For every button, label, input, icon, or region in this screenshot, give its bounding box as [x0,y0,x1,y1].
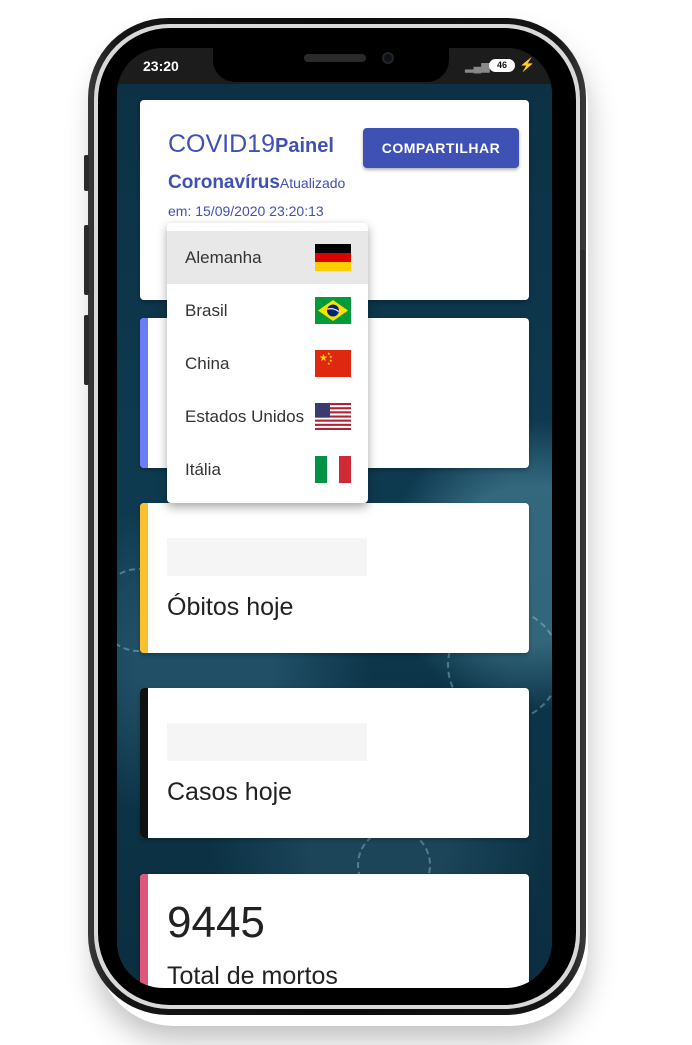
italy-flag-icon [315,456,351,483]
card-accent [140,318,148,468]
card-accent [140,688,148,838]
china-flag-icon: ★ ★ ★ ★ ★ [315,350,351,377]
country-option-label: Itália [185,459,221,479]
country-option-usa[interactable]: Estados Unidos [167,390,368,443]
subtitle-updated: Atualizado [279,175,346,191]
app-title-main: COVID19 [168,130,275,158]
germany-flag-icon [315,244,351,271]
app-title-suffix: Painel [274,135,334,157]
svg-text:★: ★ [327,361,331,366]
cases-today-card: Casos hoje [140,688,529,838]
charging-icon: ⚡ [519,57,536,72]
deaths-today-card: Óbitos hoje [140,503,529,653]
battery-icon: 46 [489,59,515,72]
brazil-flag-icon [315,297,351,324]
country-option-germany[interactable]: Alemanha [167,231,368,284]
country-option-label: Brasil [185,300,228,320]
app-title: COVID19Painel [168,130,334,159]
app-subtitle: CoronavírusAtualizado [168,172,345,194]
volume-down-button [84,315,89,385]
total-deaths-label: Total de mortos [167,962,338,988]
deaths-today-label: Óbitos hoje [167,593,294,621]
card-accent [140,874,148,988]
share-button[interactable]: COMPARTILHAR [363,128,519,168]
country-option-brazil[interactable]: Brasil [167,284,368,337]
country-dropdown-menu: Alemanha Brasil China ★ ★ ★ ★ ★ Estados … [167,223,368,503]
country-option-label: China [185,353,230,373]
value-placeholder [167,723,367,761]
value-placeholder [167,538,367,576]
power-button [580,250,585,360]
country-option-label: Alemanha [185,247,262,267]
front-camera [382,52,394,64]
volume-up-button [84,225,89,295]
speaker-grille [304,54,366,62]
country-option-italy[interactable]: Itália [167,443,368,496]
signal-icon: ▂▄▆ [465,61,490,73]
total-deaths-card: 9445 Total de mortos [140,874,529,988]
country-option-china[interactable]: China ★ ★ ★ ★ ★ [167,337,368,390]
silent-switch [84,155,89,191]
subtitle-bold: Coronavírus [168,172,280,193]
usa-flag-icon [315,403,351,430]
phone-screen: 23:20 ▂▄▆ 46 ⚡ COVID19Painel Coronavírus… [117,48,552,988]
status-bar: 23:20 ▂▄▆ 46 ⚡ [117,48,552,84]
card-accent [140,503,148,653]
cases-today-label: Casos hoje [167,778,293,806]
country-option-label: Estados Unidos [185,406,305,426]
battery-level: 46 [496,60,507,70]
status-time: 23:20 [143,58,179,74]
total-deaths-value: 9445 [167,898,265,947]
updated-timestamp: em: 15/09/2020 23:20:13 [168,203,324,219]
